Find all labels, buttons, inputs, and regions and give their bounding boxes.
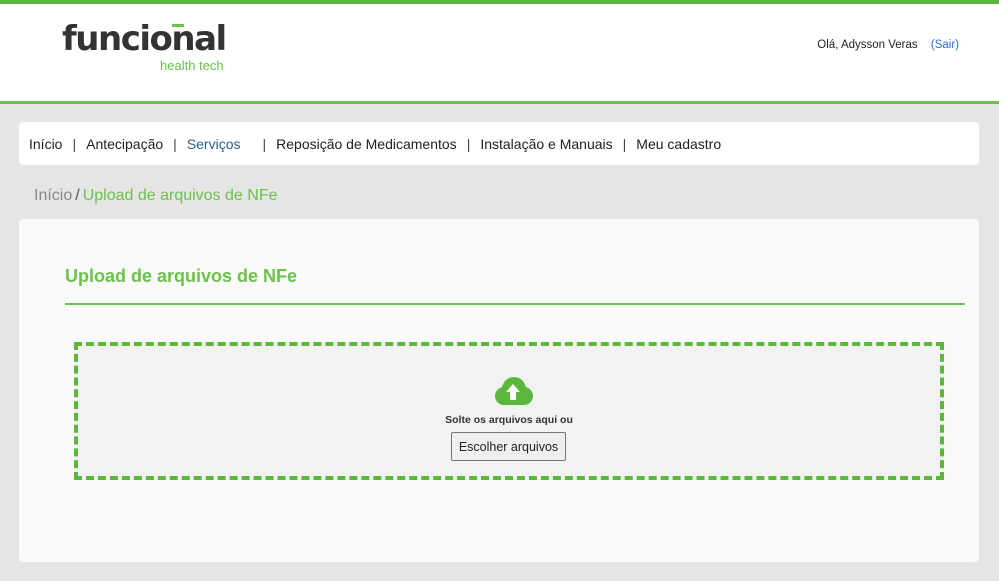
nav-item-antecipacao[interactable]: Antecipação: [86, 136, 163, 152]
user-area: Olá, Adysson Veras (Sair): [817, 39, 959, 51]
breadcrumb-current: Upload de arquivos de NFe: [82, 187, 278, 204]
page-title: Upload de arquivos de NFe: [65, 266, 298, 286]
logo-wordmark: funcional: [62, 19, 227, 59]
breadcrumb-separator: /: [75, 187, 80, 204]
title-divider: [65, 303, 965, 305]
nav-separator: |: [466, 135, 471, 152]
nav-item-reposicao-medicamentos[interactable]: Reposição de Medicamentos: [276, 136, 457, 152]
cloud-upload-icon: [495, 377, 533, 405]
nav-separator: |: [72, 135, 77, 152]
breadcrumb-home-link[interactable]: Início: [34, 187, 72, 204]
nav-item-instalacao-manuais[interactable]: Instalação e Manuais: [480, 136, 612, 152]
logout-link[interactable]: (Sair): [931, 39, 959, 51]
file-dropzone[interactable]: Solte os arquivos aqui ou Escolher arqui…: [74, 342, 944, 480]
logo-tagline: health tech: [160, 58, 224, 73]
nav-separator: |: [262, 135, 267, 152]
logo-accent-bar: [172, 24, 184, 27]
nav-separator: |: [622, 135, 627, 152]
choose-files-button[interactable]: Escolher arquivos: [451, 432, 566, 461]
upload-panel: Upload de arquivos de NFe Solte os arqui…: [19, 219, 979, 562]
main-nav: Início | Antecipação | Serviços | Reposi…: [19, 122, 979, 165]
nav-item-meu-cadastro[interactable]: Meu cadastro: [636, 136, 721, 152]
dropzone-instruction: Solte os arquivos aqui ou: [445, 414, 573, 426]
nav-item-servicos[interactable]: Serviços: [187, 136, 241, 152]
user-greeting: Olá, Adysson Veras: [817, 39, 918, 51]
breadcrumb: Início / Upload de arquivos de NFe: [34, 187, 277, 205]
nav-item-inicio[interactable]: Início: [29, 136, 62, 152]
funcional-logo[interactable]: funcional health tech: [62, 19, 227, 73]
top-header: funcional health tech Olá, Adysson Veras…: [0, 0, 999, 104]
nav-separator: |: [173, 135, 177, 152]
